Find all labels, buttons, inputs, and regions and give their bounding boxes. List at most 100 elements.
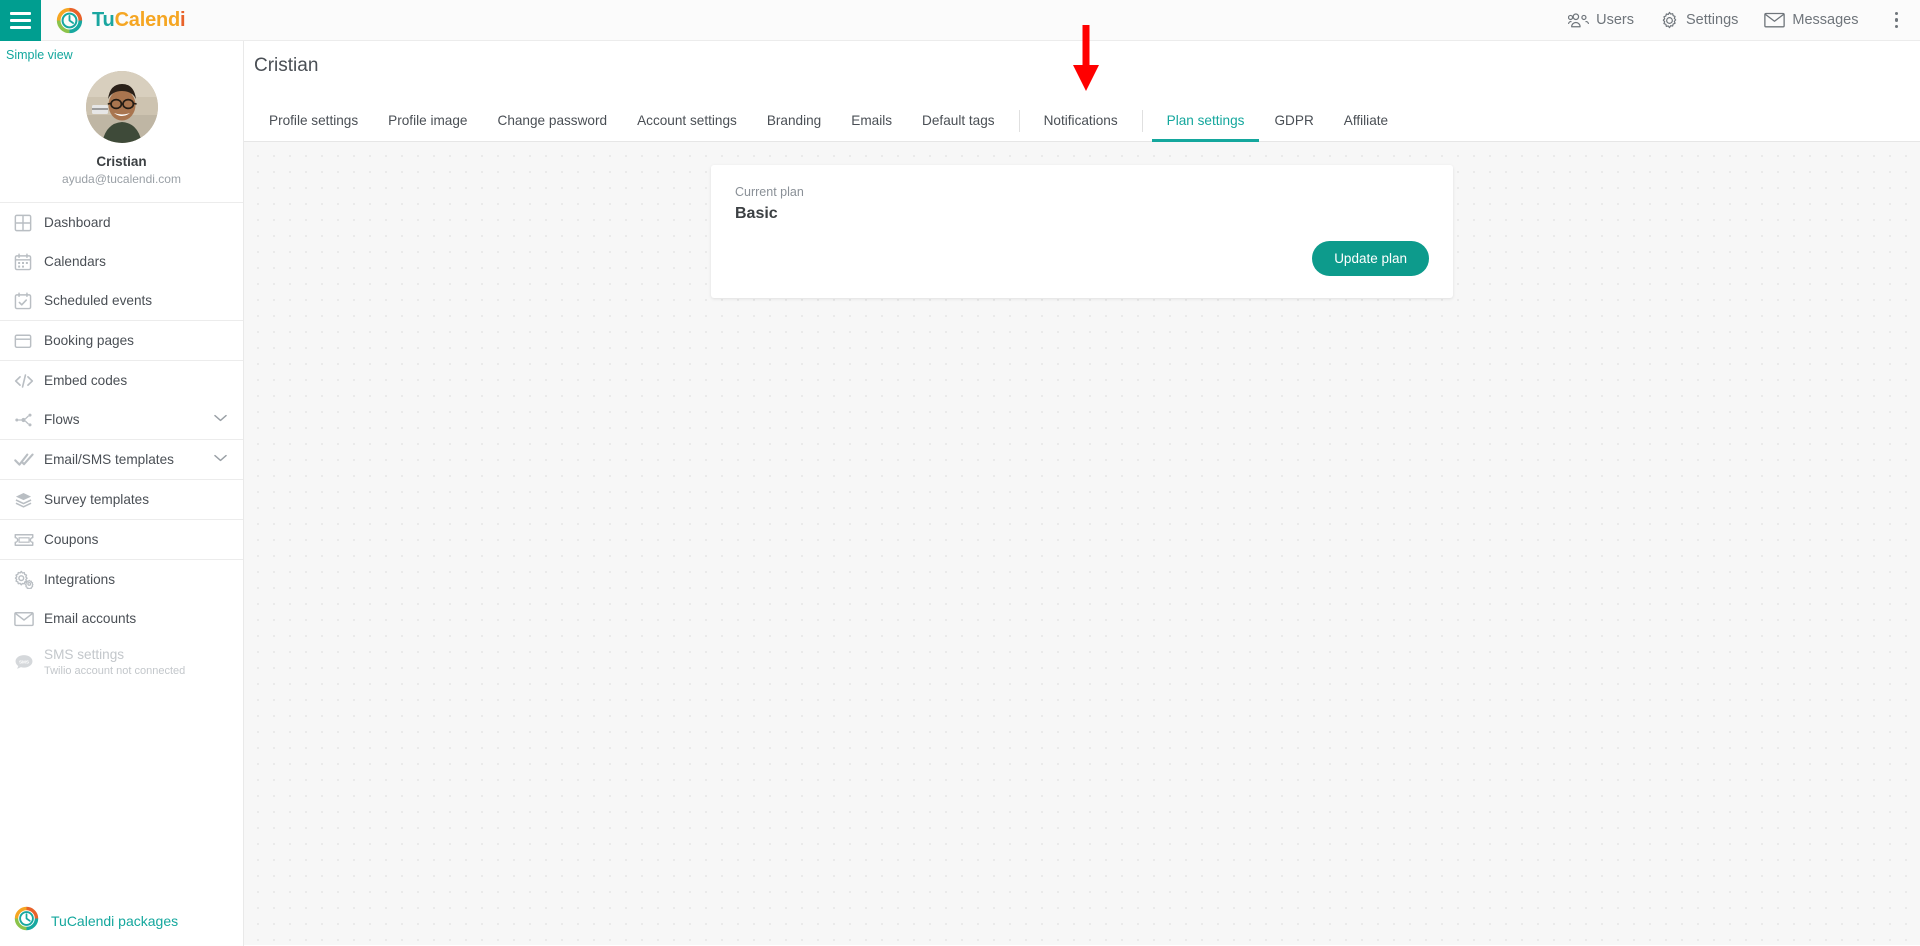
- sms-bubble-icon: SMS: [14, 653, 44, 671]
- brand-logo[interactable]: TuCalendi: [56, 7, 186, 34]
- tab-emails[interactable]: Emails: [836, 101, 907, 142]
- current-plan-card: Current plan Basic Update plan: [711, 165, 1453, 298]
- brand-text: TuCalendi: [92, 8, 186, 32]
- sidebar-item-text: SMS settings Twilio account not connecte…: [44, 647, 185, 677]
- main-content: Cristian Profile settings Profile image …: [244, 41, 1920, 946]
- tab-default-tags[interactable]: Default tags: [907, 101, 1010, 142]
- sidebar-group: Survey templates: [0, 479, 243, 519]
- sidebar-item-label: Survey templates: [44, 491, 150, 507]
- sidebar-group: Embed codes Flows: [0, 360, 243, 439]
- sidebar-item-calendars[interactable]: Calendars: [0, 242, 243, 281]
- app-root: TuCalendi Users Settings Messages Simple…: [0, 0, 1920, 946]
- ticket-icon: [14, 532, 44, 548]
- content-area: Current plan Basic Update plan: [244, 142, 1920, 945]
- top-action-settings[interactable]: Settings: [1660, 11, 1738, 30]
- sidebar-item-label: Integrations: [44, 571, 116, 587]
- sidebar-item-flows[interactable]: Flows: [0, 400, 243, 439]
- double-check-icon: [14, 451, 44, 468]
- user-avatar-photo[interactable]: [85, 71, 158, 143]
- profile-email: ayuda@tucalendi.com: [62, 172, 181, 186]
- hamburger-line: [10, 18, 31, 22]
- kebab-dot: [1894, 24, 1898, 29]
- hamburger-line: [10, 25, 31, 29]
- sidebar-group: Integrations Email accounts SMS SMS sett…: [0, 559, 243, 686]
- calendar-check-icon: [14, 292, 44, 310]
- tab-plan-settings[interactable]: Plan settings: [1151, 101, 1260, 142]
- update-plan-button[interactable]: Update plan: [1312, 241, 1429, 276]
- tab-divider: [1141, 110, 1143, 132]
- sidebar-group: Booking pages: [0, 320, 243, 360]
- grid-icon: [14, 214, 44, 232]
- kebab-menu-icon[interactable]: [1887, 6, 1907, 35]
- kebab-dot: [1894, 11, 1898, 16]
- tab-change-password[interactable]: Change password: [483, 101, 623, 142]
- sidebar-item-label: Booking pages: [44, 332, 134, 348]
- top-bar: TuCalendi Users Settings Messages: [0, 0, 1920, 41]
- sidebar-item-label: Scheduled events: [44, 292, 153, 308]
- profile-name: Cristian: [96, 154, 147, 169]
- tab-affiliate[interactable]: Affiliate: [1329, 101, 1403, 142]
- brand-part-tu: Tu: [92, 8, 115, 31]
- page-header: Cristian: [244, 41, 1920, 101]
- tab-profile-settings[interactable]: Profile settings: [254, 101, 373, 142]
- tab-notifications[interactable]: Notifications: [1029, 101, 1133, 142]
- chevron-down-icon[interactable]: [214, 414, 227, 425]
- sidebar-nav: Dashboard Calendars Scheduled events Boo…: [0, 202, 243, 696]
- kebab-dot: [1894, 18, 1898, 22]
- sidebar-item-survey-templates[interactable]: Survey templates: [0, 480, 243, 519]
- sidebar-item-label: Dashboard: [44, 214, 111, 230]
- sidebar: Simple view Cristian ayuda@tucalendi.com…: [0, 41, 244, 946]
- brand-part-i: i: [180, 8, 186, 31]
- sidebar-item-label: SMS settings: [44, 647, 125, 663]
- sidebar-item-dashboard[interactable]: Dashboard: [0, 203, 243, 242]
- sidebar-item-scheduled-events[interactable]: Scheduled events: [0, 281, 243, 320]
- tab-divider: [1018, 110, 1020, 132]
- window-icon: [14, 332, 44, 350]
- top-bar-actions: Users Settings Messages: [1568, 6, 1920, 35]
- sidebar-group: Dashboard Calendars Scheduled events: [0, 202, 243, 320]
- top-action-settings-label: Settings: [1686, 12, 1739, 28]
- tab-profile-image[interactable]: Profile image: [373, 101, 482, 142]
- simple-view-link[interactable]: Simple view: [0, 41, 243, 62]
- sidebar-item-sublabel: Twilio account not connected: [44, 664, 186, 677]
- sidebar-item-coupons[interactable]: Coupons: [0, 520, 243, 559]
- brand-part-calend: Calend: [114, 8, 181, 31]
- chevron-down-icon[interactable]: [214, 454, 227, 465]
- tucalendi-packages-link[interactable]: TuCalendi packages: [51, 913, 178, 929]
- sidebar-group: Coupons: [0, 519, 243, 559]
- envelope-icon: [1764, 12, 1786, 28]
- sidebar-item-embed-codes[interactable]: Embed codes: [0, 361, 243, 400]
- top-action-messages[interactable]: Messages: [1764, 12, 1859, 28]
- tucalendi-clock-logo: [14, 906, 39, 936]
- sidebar-item-label: Email accounts: [44, 610, 137, 626]
- gear-icon: [1660, 11, 1679, 30]
- sidebar-item-email-sms-templates[interactable]: Email/SMS templates: [0, 440, 243, 479]
- sidebar-item-sms-settings[interactable]: SMS SMS settings Twilio account not conn…: [0, 638, 243, 686]
- sidebar-profile: Cristian ayuda@tucalendi.com: [0, 62, 243, 202]
- sidebar-item-booking-pages[interactable]: Booking pages: [0, 321, 243, 360]
- sidebar-item-label: Embed codes: [44, 372, 128, 388]
- calendar-icon: [14, 253, 44, 271]
- tucalendi-clock-logo: [56, 7, 83, 34]
- tab-bar: Profile settings Profile image Change pa…: [244, 101, 1920, 142]
- sidebar-item-label: Flows: [44, 411, 80, 427]
- sidebar-group: Email/SMS templates: [0, 439, 243, 479]
- envelope-icon: [14, 611, 44, 627]
- hamburger-icon[interactable]: [0, 0, 41, 41]
- code-icon: [14, 372, 44, 390]
- top-action-messages-label: Messages: [1792, 12, 1859, 28]
- tab-account-settings[interactable]: Account settings: [622, 101, 752, 142]
- sidebar-footer: TuCalendi packages: [0, 896, 243, 946]
- sidebar-item-label: Coupons: [44, 531, 99, 547]
- sidebar-item-email-accounts[interactable]: Email accounts: [0, 599, 243, 638]
- users-icon: [1568, 12, 1590, 28]
- tab-gdpr[interactable]: GDPR: [1259, 101, 1328, 142]
- sidebar-item-integrations[interactable]: Integrations: [0, 560, 243, 599]
- current-plan-value: Basic: [735, 205, 778, 222]
- card-actions: Update plan: [735, 241, 1429, 276]
- tab-branding[interactable]: Branding: [752, 101, 836, 142]
- sidebar-item-label: Calendars: [44, 253, 106, 269]
- top-action-users[interactable]: Users: [1568, 12, 1634, 28]
- page-title: Cristian: [254, 55, 319, 76]
- sidebar-item-label: Email/SMS templates: [44, 451, 174, 467]
